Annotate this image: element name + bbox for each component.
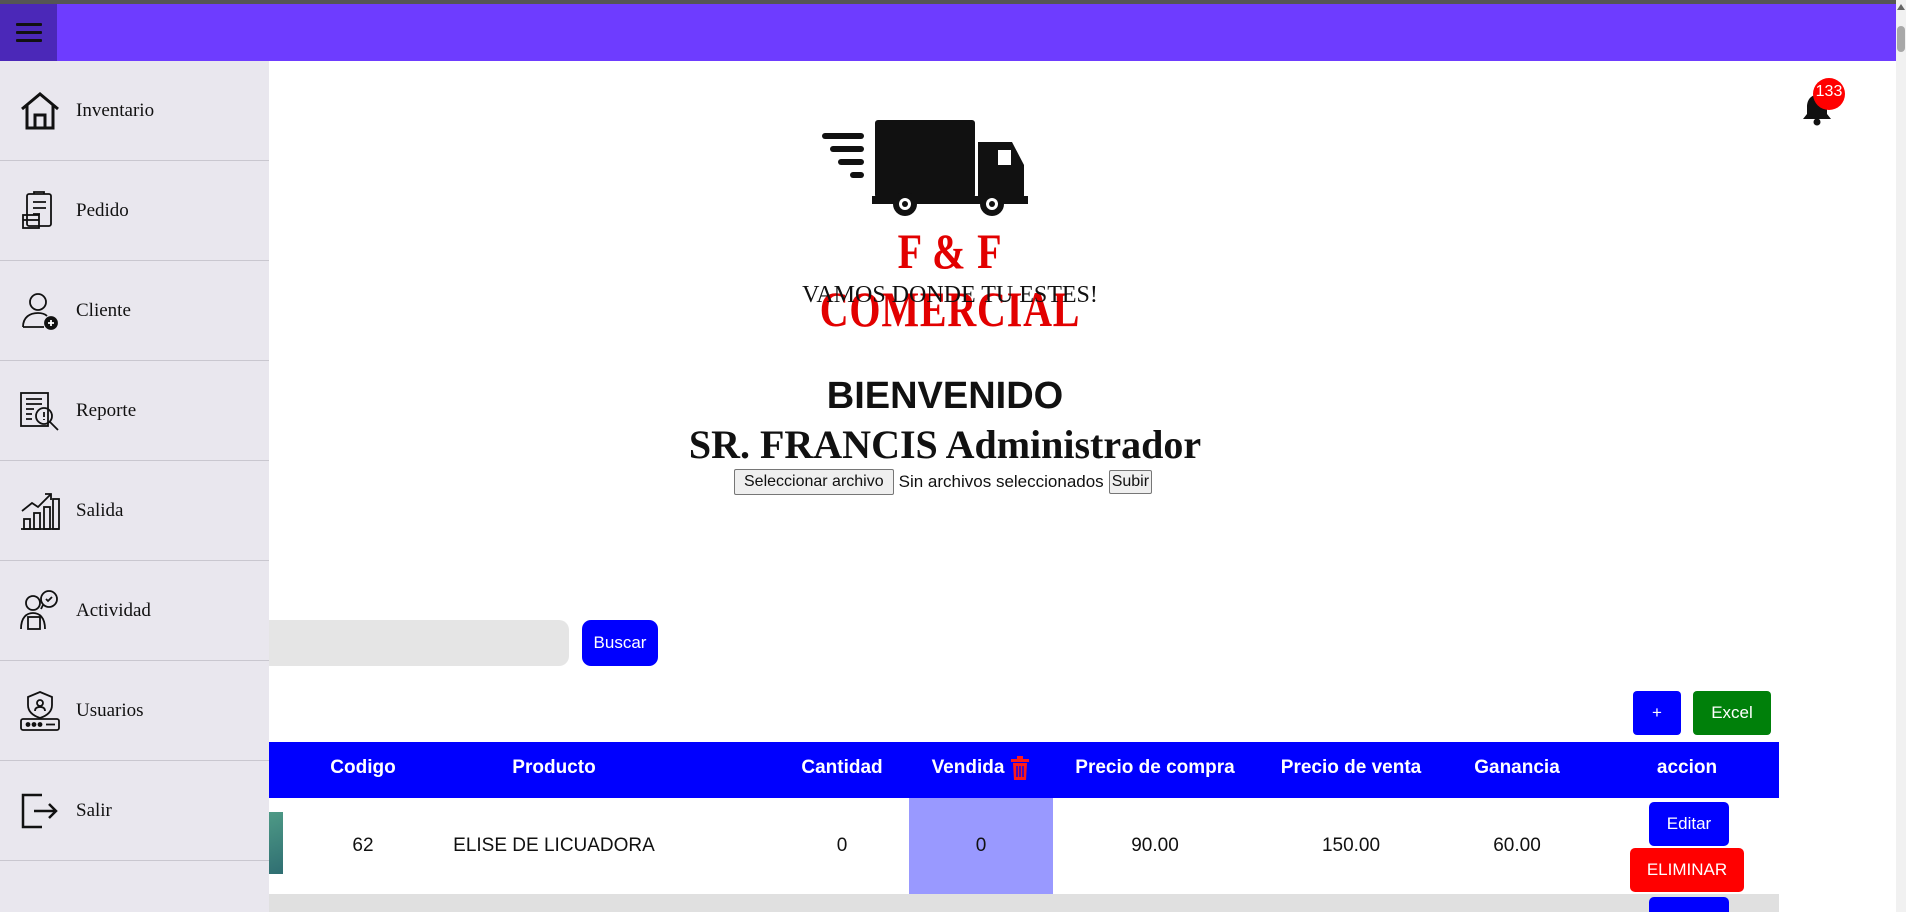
cell-cantidad: 0 — [836, 835, 848, 856]
report-icon — [20, 391, 59, 431]
sidebar-item-reporte[interactable]: Reporte — [0, 361, 269, 461]
users-icon — [20, 690, 60, 731]
file-status-text: Sin archivos seleccionados — [898, 472, 1104, 491]
sidebar-menu: Inventario Pedido Cliente Reporte Salida… — [0, 61, 269, 912]
sidebar-item-label: Reporte — [76, 399, 137, 421]
sidebar-item-salida[interactable]: Salida — [0, 461, 269, 561]
edit-button-partial[interactable] — [1649, 897, 1729, 912]
header-vendida-cell: Vendida — [909, 742, 1053, 798]
growth-chart-icon — [21, 492, 60, 530]
choose-file-button[interactable]: Seleccionar archivo — [734, 469, 894, 495]
scroll-up-arrow-icon[interactable] — [1897, 4, 1905, 10]
header-accion: accion — [1656, 757, 1718, 778]
header-ganancia: Ganancia — [1474, 757, 1560, 778]
activity-icon — [20, 589, 58, 630]
trash-icon[interactable] — [1010, 755, 1030, 780]
add-user-icon — [22, 292, 58, 330]
sidebar-item-label: Usuarios — [76, 699, 144, 721]
cell-producto: ELISE DE LICUADORA — [453, 835, 655, 856]
delete-button[interactable]: ELIMINAR — [1630, 848, 1744, 892]
upload-submit-button[interactable]: Subir — [1108, 470, 1153, 494]
logo-tagline: VAMOS DONDE TU ESTES! — [802, 282, 1098, 308]
add-product-button[interactable]: + — [1633, 691, 1681, 735]
sidebar-item-label: Actividad — [76, 599, 151, 621]
cell-ganancia: 60.00 — [1493, 835, 1541, 856]
sidebar-item-label: Cliente — [76, 299, 131, 321]
edit-button[interactable]: Editar — [1649, 802, 1729, 846]
sidebar-item-usuarios[interactable]: Usuarios — [0, 661, 269, 761]
header-vendida: Vendida — [931, 757, 1005, 778]
export-excel-button[interactable]: Excel — [1693, 691, 1771, 735]
header-cantidad: Cantidad — [801, 757, 883, 778]
header-codigo: Codigo — [330, 757, 396, 778]
header-precio-venta: Precio de venta — [1280, 757, 1422, 778]
sidebar-item-pedido[interactable]: Pedido — [0, 161, 269, 261]
sidebar-item-label: Inventario — [76, 99, 155, 121]
search-button[interactable]: Buscar — [582, 620, 658, 666]
cell-codigo: 62 — [352, 835, 374, 856]
sidebar-item-label: Salida — [76, 499, 124, 521]
header-precio-compra: Precio de compra — [1075, 757, 1235, 778]
table-row-partial — [269, 894, 1779, 912]
home-icon — [21, 91, 59, 129]
order-icon — [22, 190, 52, 229]
sidebar-item-label: Salir — [76, 799, 112, 821]
logo-company-name: F & F COMERCIAL — [819, 223, 1081, 337]
logout-icon — [21, 793, 58, 828]
header-producto: Producto — [512, 757, 596, 778]
welcome-title: BIENVENIDO — [826, 375, 1064, 417]
table-header-row: Codigo Producto Cantidad Vendida Precio … — [269, 742, 1779, 798]
sidebar-item-salir[interactable]: Salir — [0, 761, 269, 861]
scrollbar-thumb[interactable] — [1897, 26, 1905, 52]
cell-precio-venta: 150.00 — [1321, 835, 1381, 856]
delivery-truck-icon — [822, 120, 1028, 216]
sidebar-item-actividad[interactable]: Actividad — [0, 561, 269, 661]
cell-vendida: 0 — [975, 835, 987, 856]
notification-count-badge: 133 — [1813, 78, 1845, 110]
top-navbar — [0, 4, 1896, 61]
hamburger-menu-icon[interactable] — [0, 4, 57, 61]
sidebar-item-label: Pedido — [76, 199, 129, 221]
search-input[interactable] — [220, 620, 569, 666]
file-upload-form: Seleccionar archivo Sin archivos selecci… — [734, 468, 1153, 496]
table-row: 62 ELISE DE LICUADORA 0 0 90.00 150.00 6… — [269, 798, 1779, 912]
product-thumbnail — [269, 812, 283, 874]
cell-precio-compra: 90.00 — [1131, 835, 1179, 856]
sidebar-item-cliente[interactable]: Cliente — [0, 261, 269, 361]
sidebar-item-inventario[interactable]: Inventario — [0, 61, 269, 161]
page-scrollbar[interactable] — [1896, 0, 1906, 912]
company-logo: F & F COMERCIAL VAMOS DONDE TU ESTES! — [770, 110, 1130, 337]
user-greeting: SR. FRANCIS Administrador — [688, 422, 1202, 467]
